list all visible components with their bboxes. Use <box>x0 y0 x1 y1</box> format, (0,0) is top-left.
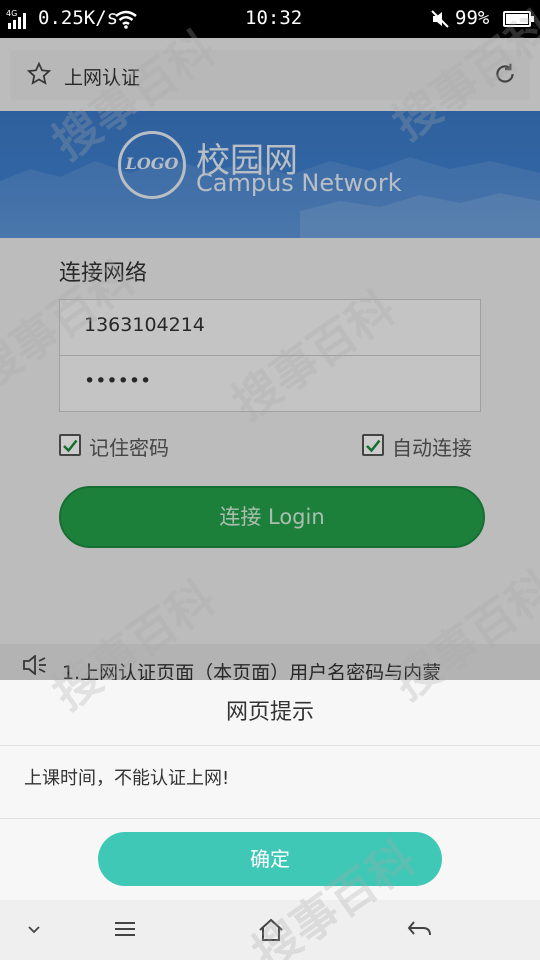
alert-dialog: 网页提示 上课时间，不能认证上网! 确定 <box>0 680 540 900</box>
network-speed: 0.25K/s <box>38 7 119 29</box>
signal-icon: 4G <box>6 9 32 34</box>
clock: 10:32 <box>245 7 303 29</box>
dialog-message: 上课时间，不能认证上网! <box>24 768 230 789</box>
confirm-button[interactable]: 确定 <box>98 832 442 886</box>
dialog-title: 网页提示 <box>0 680 540 746</box>
status-bar: 4G 0.25K/s 10:32 99% <box>0 0 540 38</box>
back-icon[interactable] <box>406 917 434 945</box>
wifi-icon <box>114 9 138 34</box>
chevron-down-icon[interactable] <box>24 917 44 945</box>
svg-text:4G: 4G <box>6 9 17 18</box>
mute-icon <box>430 9 450 34</box>
menu-icon[interactable] <box>112 917 138 945</box>
battery-percent: 99% <box>455 7 490 29</box>
divider <box>0 818 540 819</box>
modal-overlay <box>0 38 540 680</box>
home-icon[interactable] <box>257 917 285 947</box>
battery-icon <box>503 11 534 27</box>
bottom-nav-bar <box>0 900 540 960</box>
